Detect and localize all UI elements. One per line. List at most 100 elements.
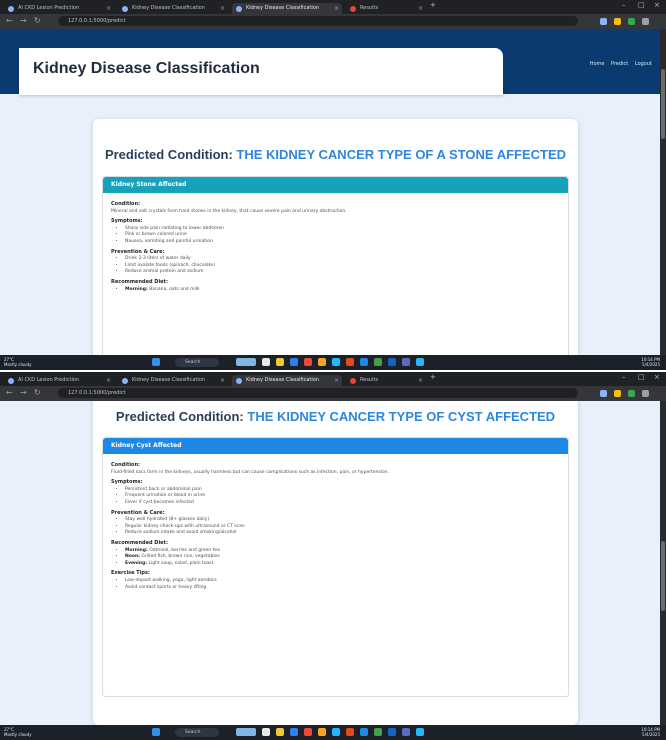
close-icon[interactable]: ×	[418, 375, 423, 386]
back-arrow-icon[interactable]: ←	[6, 16, 13, 25]
scrollbar-thumb[interactable]	[661, 69, 665, 139]
store-icon[interactable]	[304, 358, 312, 366]
weather-widget[interactable]: 27°C Mostly cloudy	[4, 727, 32, 737]
app-icon[interactable]	[346, 728, 354, 736]
nav-home-link[interactable]: Home	[590, 61, 605, 67]
close-window-icon[interactable]: ×	[654, 373, 660, 381]
file-explorer-icon[interactable]	[276, 728, 284, 736]
favicon-icon	[8, 6, 14, 12]
browser-tab[interactable]: Kidney Disease Classification ×	[118, 3, 228, 14]
store-icon[interactable]	[304, 728, 312, 736]
widget-icon[interactable]	[236, 728, 256, 736]
app-icon[interactable]	[332, 358, 340, 366]
close-icon[interactable]: ×	[334, 375, 339, 386]
widget-icon[interactable]	[236, 358, 256, 366]
close-icon[interactable]: ×	[106, 3, 111, 14]
prediction-heading: Predicted Condition: THE KIDNEY CANCER T…	[93, 147, 578, 162]
profile-icon[interactable]	[628, 18, 635, 25]
system-tray[interactable]: 10:14 PM 5/4/2025	[641, 727, 660, 737]
browser-tab[interactable]: AI CKD Lesion Prediction ×	[4, 3, 114, 14]
url-text: 127.0.0.1:5000/predict	[68, 390, 126, 396]
close-icon[interactable]: ×	[106, 375, 111, 386]
app-icon[interactable]	[346, 358, 354, 366]
extension-icon[interactable]	[600, 18, 607, 25]
list-item: Frequent urination or blood in urine	[125, 493, 560, 500]
extension-icon[interactable]	[614, 18, 621, 25]
section-title: Condition:	[111, 462, 141, 468]
windows-icon[interactable]	[152, 728, 160, 736]
app-icon[interactable]	[318, 358, 326, 366]
browser-tab[interactable]: AI CKD Lesion Prediction ×	[4, 375, 114, 386]
close-icon[interactable]: ×	[220, 3, 225, 14]
condition-panel: Kidney Stone Affected Condition: Mineral …	[102, 176, 569, 355]
app-icon[interactable]	[318, 728, 326, 736]
new-tab-icon[interactable]: +	[430, 373, 436, 381]
menu-icon[interactable]	[642, 18, 649, 25]
close-icon[interactable]: ×	[334, 3, 339, 14]
maximize-icon[interactable]: □	[638, 1, 645, 9]
browser-tab[interactable]: Kidney Disease Classification ×	[118, 375, 228, 386]
browser-tab-active[interactable]: Kidney Disease Classification ×	[232, 3, 342, 14]
forward-arrow-icon[interactable]: →	[20, 388, 27, 397]
taskbar-search[interactable]: Search	[175, 728, 219, 737]
list-item: Low-impact walking, yoga, light aerobics	[125, 578, 560, 585]
reload-icon[interactable]: ↻	[34, 16, 41, 25]
url-input[interactable]: 127.0.0.1:5000/predict	[58, 16, 578, 26]
minimize-icon[interactable]: –	[622, 1, 626, 9]
chrome-icon[interactable]	[374, 728, 382, 736]
edge-icon[interactable]	[290, 358, 298, 366]
windows-icon[interactable]	[152, 358, 160, 366]
browser-tab-bar: AI CKD Lesion Prediction × Kidney Disease…	[0, 372, 666, 386]
browser-tab[interactable]: Results ×	[346, 3, 426, 14]
browser-tab-active[interactable]: Kidney Disease Classification ×	[232, 375, 342, 386]
new-tab-icon[interactable]: +	[430, 1, 436, 9]
file-explorer-icon[interactable]	[276, 358, 284, 366]
app-icon[interactable]	[360, 358, 368, 366]
list-item: Reduce sodium intake and avoid smoking/a…	[125, 530, 560, 537]
scrollbar-thumb[interactable]	[661, 541, 665, 611]
tab-label: Kidney Disease Classification	[132, 377, 205, 383]
app-icon[interactable]	[388, 728, 396, 736]
menu-icon[interactable]	[642, 390, 649, 397]
panel-body: Condition: Mineral and salt crystals form…	[103, 193, 568, 300]
taskview-icon[interactable]	[262, 728, 270, 736]
app-icon[interactable]	[388, 358, 396, 366]
system-tray[interactable]: 10:14 PM 5/4/2025	[641, 357, 660, 367]
brand-title: Kidney Disease Classification	[33, 60, 260, 77]
vscode-icon[interactable]	[416, 728, 424, 736]
close-icon[interactable]: ×	[418, 3, 423, 14]
browser-tab[interactable]: Results ×	[346, 375, 426, 386]
app-icon[interactable]	[332, 728, 340, 736]
back-arrow-icon[interactable]: ←	[6, 388, 13, 397]
close-window-icon[interactable]: ×	[654, 1, 660, 9]
taskbar-search[interactable]: Search	[175, 358, 219, 367]
close-icon[interactable]: ×	[220, 375, 225, 386]
forward-arrow-icon[interactable]: →	[20, 16, 27, 25]
url-input[interactable]: 127.0.0.1:5000/predict	[58, 388, 578, 398]
app-icon[interactable]	[402, 358, 410, 366]
edge-icon[interactable]	[290, 728, 298, 736]
condition-panel: Kidney Cyst Affected Condition: Fluid-fil…	[102, 437, 569, 697]
weather-desc: Mostly cloudy	[4, 732, 32, 737]
weather-widget[interactable]: 27°C Mostly cloudy	[4, 357, 32, 367]
vscode-icon[interactable]	[416, 358, 424, 366]
app-icon[interactable]	[360, 728, 368, 736]
taskview-icon[interactable]	[262, 358, 270, 366]
profile-icon[interactable]	[628, 390, 635, 397]
section-title: Symptoms:	[111, 218, 143, 225]
scrollbar[interactable]	[660, 401, 666, 725]
reload-icon[interactable]: ↻	[34, 388, 41, 397]
maximize-icon[interactable]: □	[638, 373, 645, 381]
clock-date: 5/4/2025	[642, 362, 660, 367]
nav-logout-link[interactable]: Logout	[635, 61, 652, 67]
scrollbar[interactable]	[660, 29, 666, 355]
list-item: Reduce animal protein and sodium	[125, 269, 560, 276]
nav-predict-link[interactable]: Predict	[611, 61, 628, 67]
minimize-icon[interactable]: –	[622, 373, 626, 381]
result-card: Predicted Condition: THE KIDNEY CANCER T…	[93, 119, 578, 355]
extension-icon[interactable]	[614, 390, 621, 397]
extension-icon[interactable]	[600, 390, 607, 397]
chrome-icon[interactable]	[374, 358, 382, 366]
app-icon[interactable]	[402, 728, 410, 736]
url-text: 127.0.0.1:5000/predict	[68, 18, 126, 24]
